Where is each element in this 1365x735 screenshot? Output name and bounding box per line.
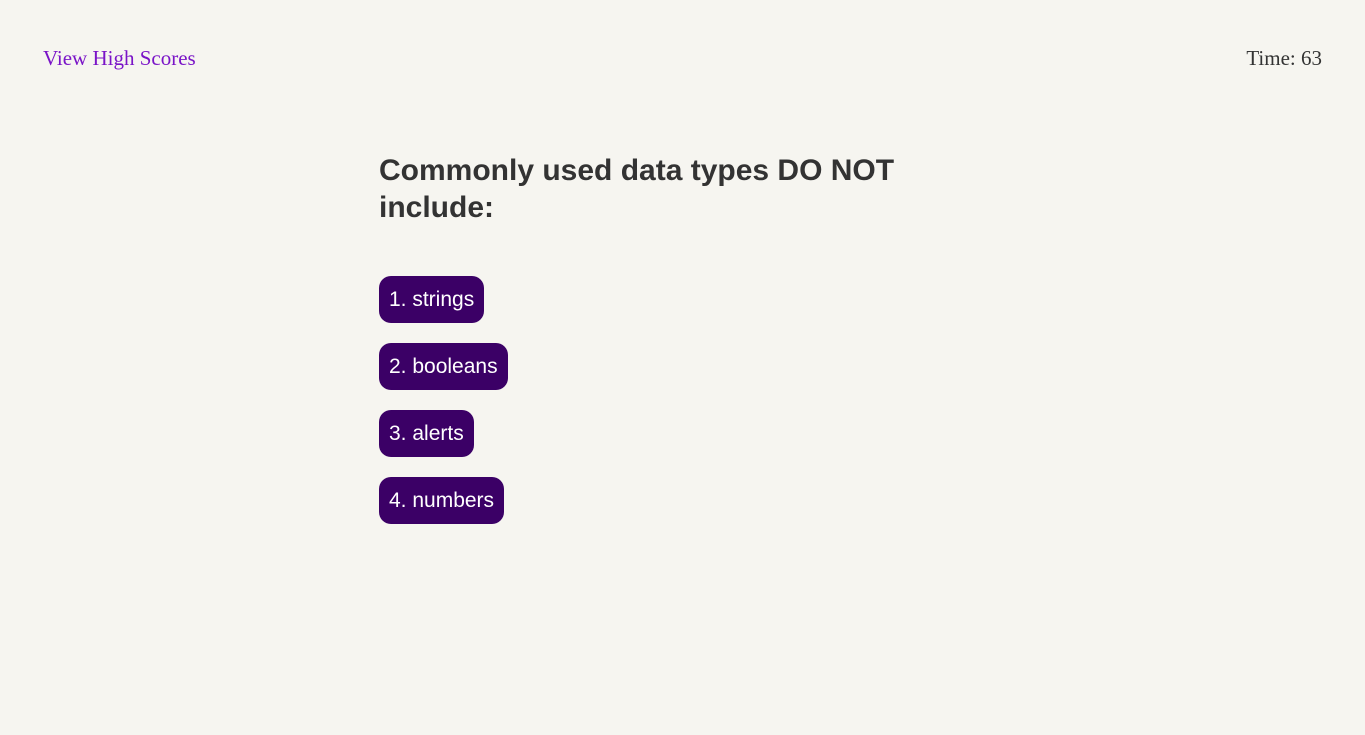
answer-button-alerts[interactable]: 3. alerts: [379, 410, 474, 457]
view-high-scores-link[interactable]: View High Scores: [43, 46, 196, 71]
answer-button-booleans[interactable]: 2. booleans: [379, 343, 508, 390]
list-item: 4. numbers: [379, 477, 919, 524]
answer-button-numbers[interactable]: 4. numbers: [379, 477, 505, 524]
header: View High Scores Time: 63: [0, 0, 1365, 118]
quiz-page: View High Scores Time: 63 Commonly used …: [0, 0, 1365, 735]
list-item: 3. alerts: [379, 410, 919, 457]
timer: Time: 63: [1246, 46, 1322, 70]
list-item: 1. strings: [379, 276, 919, 323]
answer-choices-list: 1. strings 2. booleans 3. alerts 4. numb…: [379, 276, 919, 524]
question-container: Commonly used data types DO NOT include:…: [379, 152, 919, 544]
list-item: 2. booleans: [379, 343, 919, 390]
answer-button-strings[interactable]: 1. strings: [379, 276, 485, 323]
question-title: Commonly used data types DO NOT include:: [379, 154, 895, 224]
